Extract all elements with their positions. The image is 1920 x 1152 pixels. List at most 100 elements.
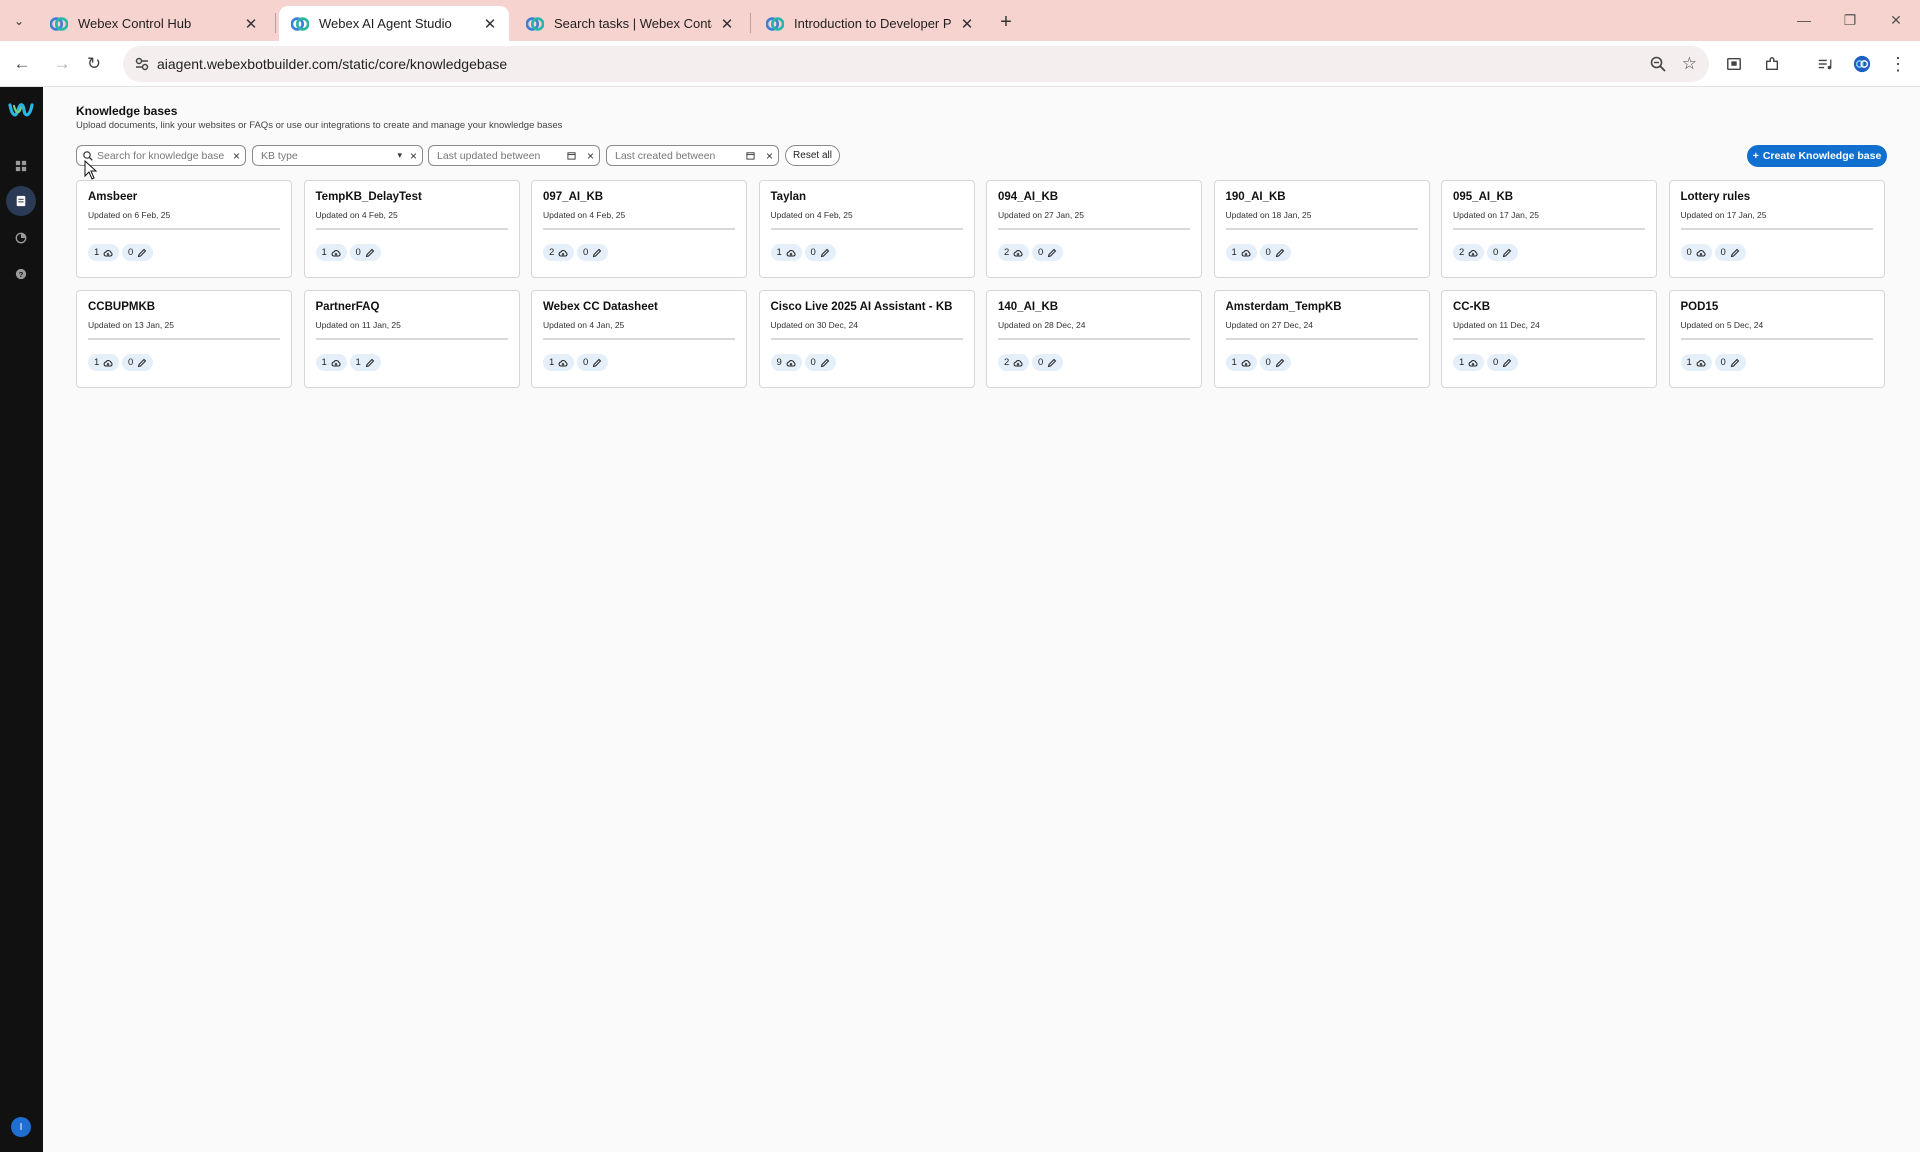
upload-cloud-icon	[786, 249, 796, 256]
tab-close-icon[interactable]: ✕	[481, 15, 499, 33]
files-count: 1	[1459, 357, 1465, 368]
card-divider	[315, 228, 508, 230]
calendar-icon[interactable]	[746, 151, 755, 160]
back-icon[interactable]: ←	[10, 52, 34, 76]
edit-pencil-icon	[1048, 358, 1057, 367]
browser-tab-ai-agent-studio[interactable]: Webex AI Agent Studio ✕	[279, 6, 509, 41]
knowledge-base-card[interactable]: 190_AI_KB Updated on 18 Jan, 25 1 0	[1213, 180, 1430, 278]
knowledge-base-card[interactable]: POD15 Updated on 5 Dec, 24 1 0	[1668, 290, 1885, 388]
user-avatar[interactable]: I	[11, 1117, 31, 1137]
clear-last-created-icon[interactable]: ×	[766, 149, 773, 163]
card-updated-date: Updated on 27 Dec, 24	[1225, 320, 1313, 330]
clear-search-icon[interactable]: ×	[233, 149, 240, 163]
knowledge-base-card[interactable]: Lottery rules Updated on 17 Jan, 25 0 0	[1668, 180, 1885, 278]
browser-tab-control-hub[interactable]: Webex Control Hub ✕	[38, 6, 270, 41]
card-divider	[770, 338, 963, 340]
files-count: 1	[549, 357, 555, 368]
webex-logo-icon[interactable]	[8, 100, 34, 122]
search-placeholder: Search for knowledge base	[97, 149, 225, 162]
address-bar[interactable]: aiagent.webexbotbuilder.com/static/core/…	[123, 46, 1709, 82]
upload-cloud-icon	[1013, 249, 1023, 256]
edits-count-badge: 0	[1714, 244, 1746, 261]
knowledge-base-icon[interactable]	[6, 186, 36, 216]
clear-kb-type-icon[interactable]: ×	[410, 149, 417, 163]
browser-tab-search-tasks[interactable]: Search tasks | Webex Contact C ✕	[514, 6, 746, 41]
edits-count: 0	[583, 357, 589, 368]
last-updated-date-range[interactable]: Last updated between ×	[428, 145, 600, 166]
new-tab-icon[interactable]: +	[993, 9, 1019, 35]
edits-count-badge: 0	[122, 244, 154, 261]
edit-pencil-icon	[138, 358, 147, 367]
last-created-date-range[interactable]: Last created between ×	[606, 145, 779, 166]
browser-toolbar: ← → ↻ aiagent.webexbotbuilder.com/static…	[0, 41, 1920, 87]
card-updated-date: Updated on 5 Dec, 24	[1680, 320, 1764, 330]
bookmark-star-icon[interactable]: ☆	[1682, 54, 1697, 74]
screenshot-icon[interactable]	[1723, 53, 1745, 75]
edits-count: 0	[583, 247, 589, 258]
files-count: 1	[776, 247, 782, 258]
search-input[interactable]: Search for knowledge base ×	[76, 145, 246, 166]
tab-close-icon[interactable]: ✕	[718, 15, 736, 33]
knowledge-base-card[interactable]: CC-KB Updated on 11 Dec, 24 1 0	[1441, 290, 1657, 388]
analytics-icon[interactable]	[10, 227, 32, 249]
minimize-icon[interactable]: —	[1791, 9, 1817, 31]
files-count-badge: 2	[543, 244, 575, 261]
zoom-icon[interactable]	[1649, 55, 1667, 73]
kb-type-select[interactable]: KB type ▾ ×	[252, 145, 423, 166]
reset-all-button[interactable]: Reset all	[785, 145, 840, 166]
knowledge-base-grid: Amsbeer Updated on 6 Feb, 25 1 0 TempKB_Dela…	[76, 180, 1887, 388]
knowledge-base-card[interactable]: Cisco Live 2025 AI Assistant - KB Updated…	[758, 290, 975, 388]
edits-count: 0	[810, 247, 816, 258]
dashboard-icon[interactable]	[10, 155, 32, 177]
knowledge-base-card[interactable]: 097_AI_KB Updated on 4 Feb, 25 2 0	[531, 180, 747, 278]
files-count: 1	[94, 247, 100, 258]
reload-icon[interactable]: ↻	[82, 52, 106, 76]
card-updated-date: Updated on 4 Feb, 25	[770, 210, 853, 220]
browser-tab-developer-portal[interactable]: Introduction to Developer Porta ✕	[754, 6, 986, 41]
knowledge-base-card[interactable]: PartnerFAQ Updated on 11 Jan, 25 1 1	[303, 290, 520, 388]
window-close-icon[interactable]: ✕	[1883, 9, 1909, 31]
card-updated-date: Updated on 11 Dec, 24	[1453, 320, 1540, 330]
browser-menu-icon[interactable]: ⋮	[1887, 53, 1909, 75]
card-divider	[1225, 338, 1418, 340]
tab-search-chevron-icon[interactable]: ⌄	[8, 10, 30, 32]
tab-close-icon[interactable]: ✕	[958, 15, 976, 33]
last-updated-placeholder: Last updated between	[437, 149, 541, 162]
knowledge-base-card[interactable]: 140_AI_KB Updated on 28 Dec, 24 2 0	[986, 290, 1202, 388]
edit-pencil-icon	[365, 248, 375, 257]
extensions-icon[interactable]	[1761, 53, 1783, 75]
site-info-icon[interactable]	[133, 55, 151, 73]
forward-icon[interactable]: →	[50, 52, 74, 76]
create-knowledge-base-button[interactable]: + Create Knowledge base	[1747, 145, 1887, 167]
edit-pencil-icon	[1730, 248, 1740, 257]
help-icon[interactable]: ?	[10, 263, 32, 285]
knowledge-base-card[interactable]: TempKB_DelayTest Updated on 4 Feb, 25 1 0	[303, 180, 520, 278]
edit-pencil-icon	[1048, 248, 1057, 257]
upload-cloud-icon	[331, 249, 341, 256]
tab-close-icon[interactable]: ✕	[242, 15, 260, 33]
edit-pencil-icon	[593, 248, 602, 257]
files-count-badge: 2	[1453, 244, 1485, 261]
media-controls-icon[interactable]	[1814, 53, 1836, 75]
files-count-badge: 1	[315, 244, 347, 261]
profile-icon[interactable]	[1851, 53, 1873, 75]
calendar-icon[interactable]	[567, 151, 576, 160]
files-count: 1	[1686, 357, 1692, 368]
upload-cloud-icon	[331, 359, 341, 366]
knowledge-base-card[interactable]: Taylan Updated on 4 Feb, 25 1 0	[758, 180, 975, 278]
files-count-badge: 1	[1225, 354, 1257, 371]
edits-count-badge: 0	[1487, 354, 1519, 371]
card-title: Amsbeer	[88, 191, 138, 203]
knowledge-base-card[interactable]: Amsterdam_TempKB Updated on 27 Dec, 24 1 0	[1213, 290, 1430, 388]
restore-icon[interactable]: ❐	[1837, 9, 1863, 31]
edit-pencil-icon	[1503, 358, 1512, 367]
edit-pencil-icon	[1275, 248, 1285, 257]
knowledge-base-card[interactable]: Webex CC Datasheet Updated on 4 Jan, 25 1 0	[531, 290, 747, 388]
knowledge-base-card[interactable]: Amsbeer Updated on 6 Feb, 25 1 0	[76, 180, 292, 278]
knowledge-base-card[interactable]: 094_AI_KB Updated on 27 Jan, 25 2 0	[986, 180, 1202, 278]
clear-last-updated-icon[interactable]: ×	[587, 149, 594, 163]
knowledge-base-card[interactable]: CCBUPMKB Updated on 13 Jan, 25 1 0	[76, 290, 292, 388]
card-title: 190_AI_KB	[1225, 191, 1286, 203]
knowledge-base-card[interactable]: 095_AI_KB Updated on 17 Jan, 25 2 0	[1441, 180, 1657, 278]
card-divider	[998, 228, 1190, 230]
